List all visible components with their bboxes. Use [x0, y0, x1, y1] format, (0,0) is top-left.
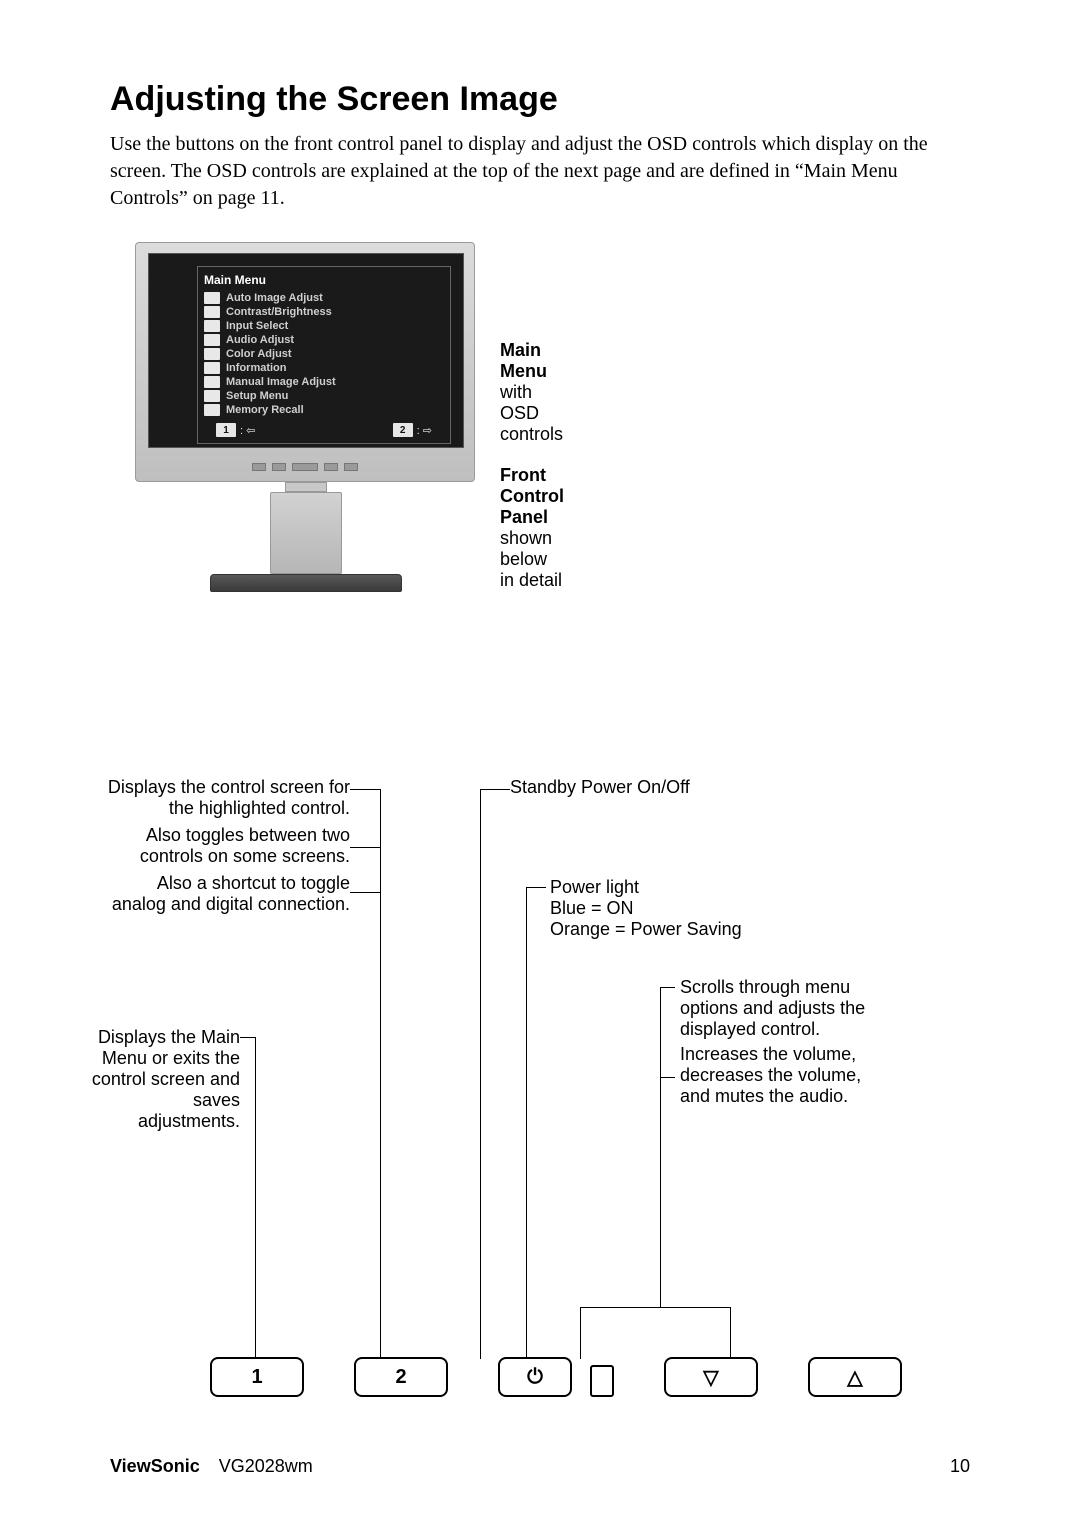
front-panel-sublabel: shown below in detail	[500, 528, 564, 591]
osd-item-audio: Audio Adjust	[204, 333, 444, 347]
callout-button1-desc: Displays the Main Menu or exits the cont…	[90, 1027, 240, 1132]
manual-icon	[204, 376, 220, 388]
osd-footer: 1: ⇦ 2: ⇨	[204, 417, 444, 437]
callout-line: Scrolls through menu options and adjusts…	[680, 977, 880, 1040]
audio-icon	[204, 334, 220, 346]
input-icon	[204, 320, 220, 332]
osd-item-label: Auto Image Adjust	[226, 292, 323, 304]
memory-icon	[204, 404, 220, 416]
osd-menu-title: Main Menu	[204, 273, 444, 287]
osd-item-label: Contrast/Brightness	[226, 306, 332, 318]
osd-item-memory: Memory Recall	[204, 403, 444, 417]
power-led	[590, 1365, 614, 1397]
front-panel-diagram: Displays the control screen for the high…	[110, 777, 970, 1397]
main-menu-sublabel: with OSD controls	[500, 382, 563, 445]
info-icon	[204, 362, 220, 374]
button-2[interactable]: 2	[354, 1357, 448, 1397]
intro-paragraph: Use the buttons on the front control pan…	[110, 131, 970, 212]
osd-item-label: Manual Image Adjust	[226, 376, 336, 388]
monitor-stand-neck	[285, 482, 327, 492]
osd-item-setup: Setup Menu	[204, 389, 444, 403]
monitor-base	[210, 574, 402, 592]
callout-line: Orange = Power Saving	[550, 919, 810, 940]
osd-menu: Main Menu Auto Image Adjust Contrast/Bri…	[197, 266, 451, 444]
contrast-icon	[204, 306, 220, 318]
button-1[interactable]: 1	[210, 1357, 304, 1397]
up-button[interactable]: △	[808, 1357, 902, 1397]
osd-foot-btn-1: 1	[216, 423, 236, 437]
page-title: Adjusting the Screen Image	[110, 80, 970, 119]
osd-item-label: Audio Adjust	[226, 334, 294, 346]
up-triangle-icon: △	[847, 1365, 862, 1390]
power-button[interactable]: ⏻	[498, 1357, 572, 1397]
down-button[interactable]: ▽	[664, 1357, 758, 1397]
power-icon: ⏻	[527, 1366, 543, 1389]
osd-item-input: Input Select	[204, 319, 444, 333]
setup-icon	[204, 390, 220, 402]
callout-line: Blue = ON	[550, 898, 810, 919]
osd-item-contrast: Contrast/Brightness	[204, 305, 444, 319]
osd-item-auto-image: Auto Image Adjust	[204, 291, 444, 305]
monitor-bezel: Main Menu Auto Image Adjust Contrast/Bri…	[135, 242, 475, 482]
color-icon	[204, 348, 220, 360]
footer-page-number: 10	[950, 1456, 970, 1477]
footer-brand: ViewSonic	[110, 1456, 200, 1476]
osd-item-label: Memory Recall	[226, 404, 304, 416]
osd-item-info: Information	[204, 361, 444, 375]
osd-item-color: Color Adjust	[204, 347, 444, 361]
callout-line: Power light	[550, 877, 810, 898]
monitor-illustration: Main Menu Auto Image Adjust Contrast/Bri…	[135, 242, 525, 602]
callout-standby: Standby Power On/Off	[510, 777, 770, 798]
footer-model: VG2028wm	[219, 1456, 313, 1476]
monitor-stand	[270, 492, 342, 574]
page-footer: ViewSonic VG2028wm 10	[110, 1456, 970, 1477]
osd-item-label: Color Adjust	[226, 348, 292, 360]
callout-button2-desc: Displays the control screen for the high…	[100, 777, 350, 915]
osd-item-label: Input Select	[226, 320, 288, 332]
osd-item-manual: Manual Image Adjust	[204, 375, 444, 389]
callout-line: Also a shortcut to toggle analog and dig…	[100, 873, 350, 915]
auto-image-icon	[204, 292, 220, 304]
main-menu-label: Main Menu	[500, 340, 563, 382]
down-triangle-icon: ▽	[703, 1365, 718, 1390]
callout-power-light: Power light Blue = ON Orange = Power Sav…	[550, 877, 810, 940]
osd-item-label: Setup Menu	[226, 390, 288, 402]
callout-line: Increases the volume, decreases the volu…	[680, 1044, 880, 1107]
osd-item-label: Information	[226, 362, 287, 374]
callout-line: Also toggles between two controls on som…	[100, 825, 350, 867]
monitor-screen: Main Menu Auto Image Adjust Contrast/Bri…	[148, 253, 464, 448]
front-panel-label: Front Control Panel	[500, 465, 564, 528]
osd-foot-btn-2: 2	[393, 423, 413, 437]
callout-line: Displays the control screen for the high…	[100, 777, 350, 819]
callout-arrow-buttons: Scrolls through menu options and adjusts…	[680, 977, 880, 1107]
bezel-buttons	[252, 463, 358, 471]
